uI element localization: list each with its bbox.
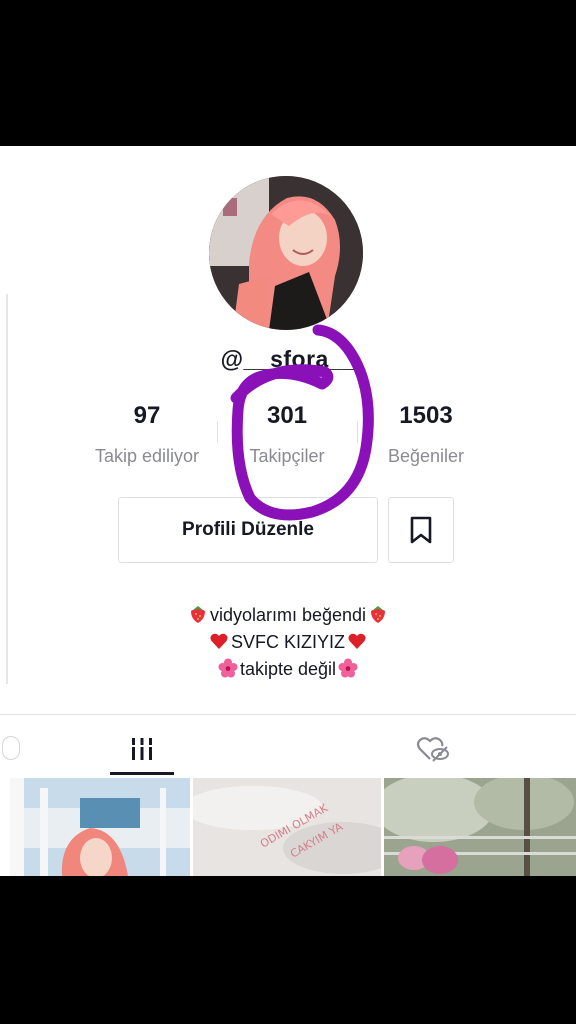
active-tab-indicator — [110, 772, 174, 775]
tab-videos[interactable] — [110, 726, 174, 772]
following-count: 97 — [133, 402, 161, 429]
avatar[interactable] — [209, 176, 363, 330]
scroll-handle[interactable] — [2, 736, 20, 760]
strawberry-icon — [371, 606, 386, 623]
bio-text: vidyolarımı beğendi — [209, 605, 367, 625]
stat-followers[interactable]: 301 Takipçiler — [217, 401, 357, 467]
likes-label: Beğeniler — [387, 446, 465, 466]
tab-liked[interactable] — [410, 726, 456, 772]
followers-label: Takipçiler — [249, 446, 325, 466]
bio-text: takipte değil — [239, 659, 337, 679]
hibiscus-icon — [338, 658, 358, 678]
stat-following[interactable]: 97 Takip ediliyor — [77, 401, 217, 467]
profile-screen: @__sfora__ 97 Takip ediliyor 301 Takipçi… — [0, 146, 576, 876]
red-heart-icon — [210, 633, 228, 649]
following-label: Takip ediliyor — [94, 446, 200, 466]
video-thumbnail[interactable]: ODIMI OLMAK CAKYIM YA — [193, 778, 381, 876]
bio-line: takipte değil — [0, 656, 576, 683]
username: @__sfora__ — [220, 346, 356, 372]
followers-count: 301 — [266, 402, 308, 429]
stat-likes[interactable]: 1503 Beğeniler — [356, 401, 496, 467]
tabs-divider — [0, 714, 576, 715]
likes-count: 1503 — [399, 402, 453, 429]
bookmark-button[interactable] — [388, 497, 454, 563]
hibiscus-icon — [218, 658, 238, 678]
bio-line: vidyolarımı beğendi — [0, 602, 576, 629]
bio-text: SVFC KIZIYIZ — [230, 632, 345, 652]
red-heart-icon — [348, 633, 366, 649]
profile-bio: vidyolarımı beğendi SVFC KIZIYIZ takipte… — [0, 602, 576, 683]
strawberry-icon — [190, 606, 205, 623]
edit-profile-button[interactable]: Profili Düzenle — [118, 497, 378, 563]
bookmark-icon — [410, 516, 432, 544]
video-thumbnail[interactable] — [10, 778, 190, 876]
heart-eye-off-icon — [416, 737, 449, 762]
bio-line: SVFC KIZIYIZ — [0, 629, 576, 656]
grid-icon — [132, 738, 152, 760]
video-thumbnail[interactable] — [384, 778, 576, 876]
